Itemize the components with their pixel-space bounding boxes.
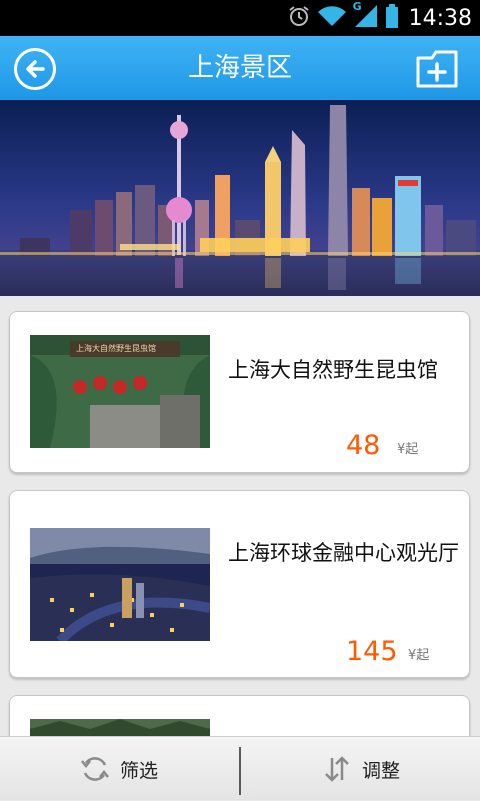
network-type-label: G xyxy=(352,0,362,13)
spot-thumbnail xyxy=(30,528,210,641)
price-unit: ¥起 xyxy=(408,648,430,663)
spot-name: 上海环球金融中心观光厅 xyxy=(228,541,459,565)
spot-name: 上海大自然野生昆虫馆 xyxy=(228,358,438,382)
sort-label: 调整 xyxy=(361,759,400,782)
status-icons: G 14:38 xyxy=(287,0,472,36)
spot-thumbnail xyxy=(30,719,210,736)
filter-button[interactable]: 筛选 xyxy=(0,737,238,801)
spot-thumbnail: 上海大自然野生昆虫馆 xyxy=(30,335,210,448)
alarm-icon xyxy=(287,4,311,32)
add-folder-button[interactable] xyxy=(416,50,458,88)
bottom-toolbar: 筛选 调整 xyxy=(0,736,480,800)
list-item[interactable] xyxy=(9,695,470,736)
app-bar: 上海景区 xyxy=(0,36,480,100)
status-time: 14:38 xyxy=(408,5,472,31)
sort-button[interactable]: 调整 xyxy=(242,737,480,801)
battery-icon xyxy=(385,3,399,33)
signal-icon: G xyxy=(353,0,379,32)
folder-add-icon xyxy=(416,50,458,88)
skyline-illustration xyxy=(0,100,480,296)
list-item[interactable]: 上海大自然野生昆虫馆 上海大自然野生昆虫馆 48 ¥起 xyxy=(9,311,470,473)
page-title: 上海景区 xyxy=(187,53,292,83)
spot-price: 145 xyxy=(346,636,398,667)
spot-price: 48 xyxy=(346,430,381,461)
price-unit: ¥起 xyxy=(397,442,419,457)
banner-image[interactable] xyxy=(0,100,480,296)
toolbar-divider xyxy=(239,747,241,795)
refresh-filter-icon xyxy=(81,757,109,781)
scenic-spot-list[interactable]: 上海大自然野生昆虫馆 上海大自然野生昆虫馆 48 ¥起 上海环球金融中心观光厅 … xyxy=(0,296,480,736)
list-item[interactable]: 上海环球金融中心观光厅 145 ¥起 xyxy=(9,490,470,678)
status-bar: G 14:38 xyxy=(0,0,480,36)
thumbnail-sign-text: 上海大自然野生昆虫馆 xyxy=(76,344,156,353)
filter-label: 筛选 xyxy=(119,759,158,782)
sort-arrows-icon xyxy=(325,756,349,782)
wifi-icon xyxy=(317,4,347,32)
